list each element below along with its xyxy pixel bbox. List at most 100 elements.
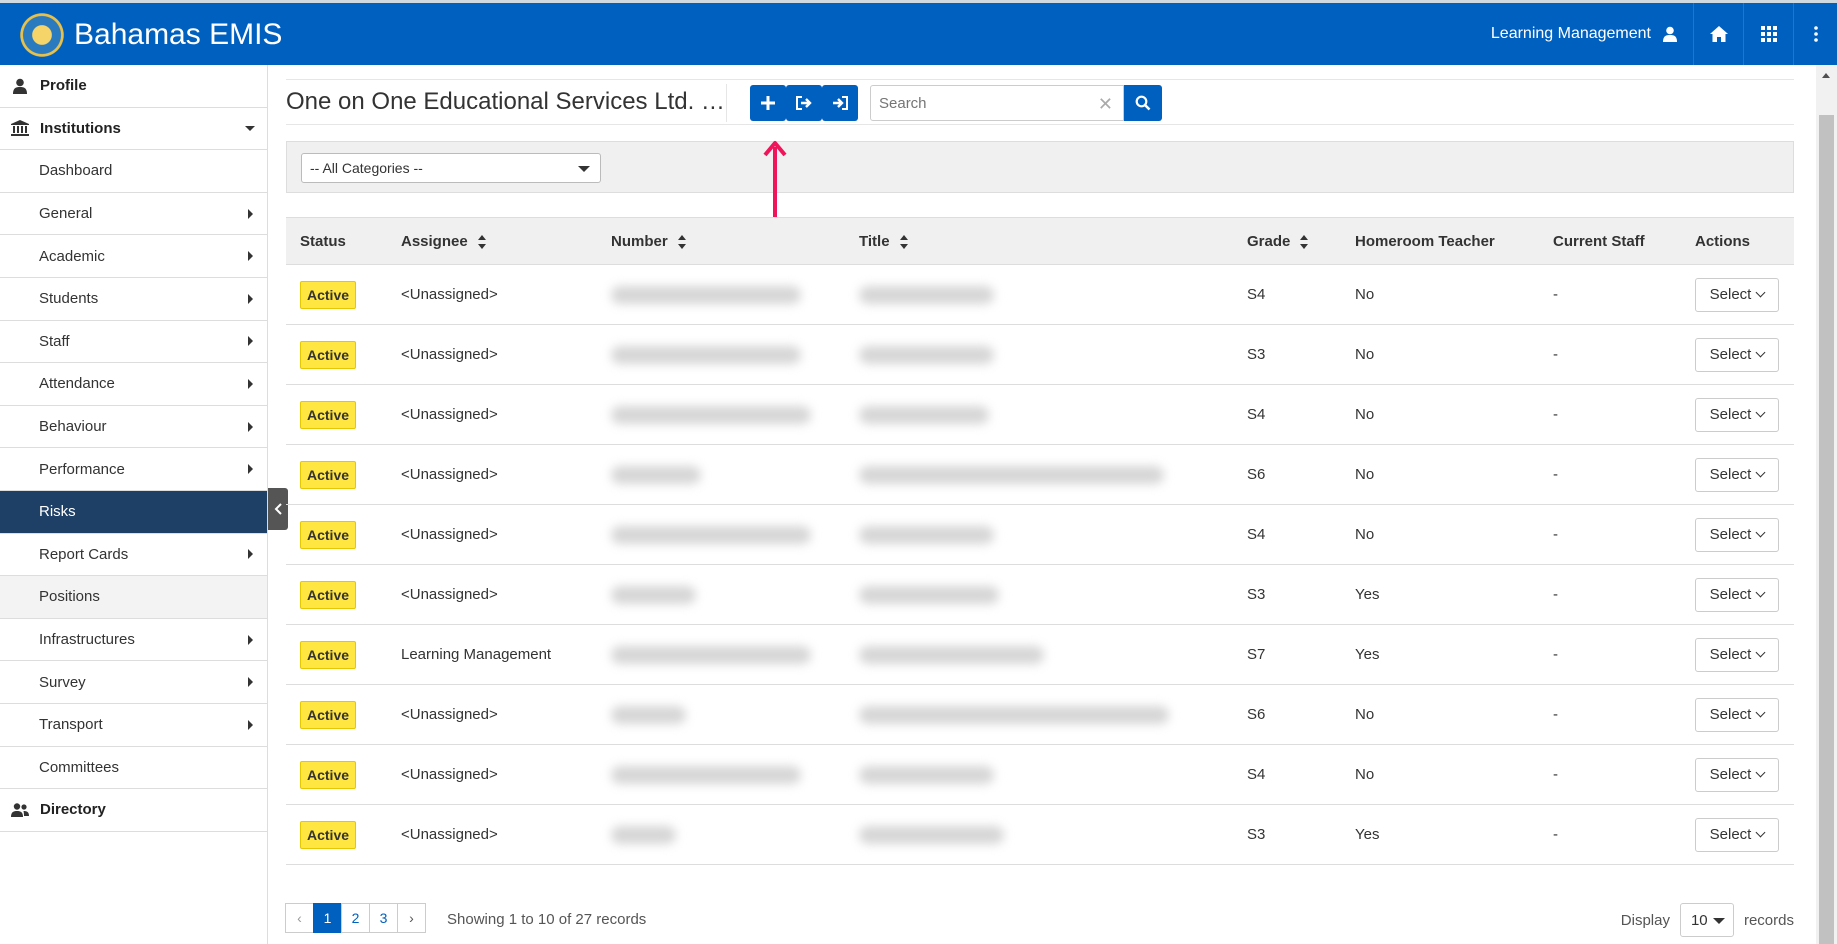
actions-cell: Select	[1681, 445, 1794, 505]
page-scrollbar[interactable]	[1816, 65, 1837, 944]
chevron-right-icon	[248, 293, 253, 304]
status-cell: Active	[286, 265, 387, 325]
sidebar-item-general[interactable]: General	[0, 193, 267, 236]
column-header-grade[interactable]: Grade	[1233, 217, 1341, 265]
sidebar-item-academic[interactable]: Academic	[0, 235, 267, 278]
kebab-icon	[1813, 26, 1818, 42]
chevron-down-icon	[1755, 647, 1766, 658]
display-label: Display	[1620, 911, 1670, 929]
brand-name: Bahamas EMIS	[74, 18, 283, 51]
search-field[interactable]: ✕	[870, 85, 1124, 121]
redacted-number	[611, 465, 701, 484]
redacted-title	[859, 345, 994, 364]
sidebar-item-label: Attendance	[39, 375, 115, 393]
sidebar-item-profile[interactable]: Profile	[0, 65, 267, 108]
current-staff-cell: -	[1553, 466, 1558, 483]
sidebar-item-survey[interactable]: Survey	[0, 661, 267, 704]
redacted-title	[859, 645, 1044, 664]
home-button[interactable]	[1693, 3, 1743, 65]
sidebar-item-label: Staff	[39, 332, 70, 350]
scroll-thumb[interactable]	[1819, 115, 1834, 944]
assignee-cell: <Unassigned>	[401, 706, 498, 723]
sidebar-item-performance[interactable]: Performance	[0, 448, 267, 491]
status-cell: Active	[286, 385, 387, 445]
row-select-button[interactable]: Select	[1695, 277, 1779, 312]
sidebar-item-report-cards[interactable]: Report Cards	[0, 534, 267, 577]
row-select-button[interactable]: Select	[1695, 637, 1779, 672]
column-header-title[interactable]: Title	[845, 217, 1233, 265]
sidebar-item-label: Committees	[39, 758, 120, 776]
row-select-button[interactable]: Select	[1695, 697, 1779, 732]
sidebar-item-risks[interactable]: Risks	[0, 490, 267, 534]
grade-cell: S3	[1247, 826, 1266, 843]
homeroom-cell: No	[1355, 466, 1375, 483]
search-input[interactable]	[871, 86, 1071, 120]
row-select-button[interactable]: Select	[1695, 817, 1779, 852]
category-select[interactable]: -- All Categories --	[301, 153, 601, 183]
search-button[interactable]	[1124, 85, 1162, 121]
status-cell: Active	[286, 685, 387, 745]
row-select-button[interactable]: Select	[1695, 397, 1779, 432]
category-select-value: -- All Categories --	[310, 160, 423, 176]
sidebar-item-positions[interactable]: Positions	[0, 576, 267, 619]
row-select-button[interactable]: Select	[1695, 337, 1779, 372]
chevron-down-icon	[1755, 827, 1766, 838]
clear-search-icon[interactable]: ✕	[1098, 94, 1113, 115]
assignee-cell: <Unassigned>	[401, 586, 498, 603]
column-header-assignee[interactable]: Assignee	[387, 217, 597, 265]
table-row: Active <Unassigned> S3 Yes - Select	[286, 565, 1794, 625]
redacted-title	[859, 525, 994, 544]
add-button[interactable]	[750, 85, 786, 121]
home-icon	[1709, 26, 1728, 42]
page-3-button[interactable]: 3	[369, 903, 398, 933]
sidebar-item-students[interactable]: Students	[0, 278, 267, 321]
row-select-button[interactable]: Select	[1695, 757, 1779, 792]
sidebar-item-staff[interactable]: Staff	[0, 321, 267, 364]
assignee-cell: <Unassigned>	[401, 406, 498, 423]
sidebar-item-attendance[interactable]: Attendance	[0, 363, 267, 406]
toolbar: One on One Educational Services Ltd. - R…	[286, 79, 1794, 125]
user-menu[interactable]: Learning Management	[1475, 3, 1693, 65]
actions-cell: Select	[1681, 385, 1794, 445]
page-2-button[interactable]: 2	[341, 903, 370, 933]
sidebar-item-transport[interactable]: Transport	[0, 704, 267, 747]
sidebar-item-institutions[interactable]: Institutions	[0, 108, 267, 151]
prev-page-button[interactable]: ‹	[285, 903, 314, 933]
sign-in-icon	[833, 96, 848, 110]
sidebar-item-infrastructures[interactable]: Infrastructures	[0, 619, 267, 662]
table-header-row: Status Assignee Number Title Grade Homer…	[286, 217, 1794, 265]
sidebar-item-committees[interactable]: Committees	[0, 747, 267, 790]
more-options-button[interactable]	[1793, 3, 1837, 65]
scroll-up-icon[interactable]	[1822, 73, 1830, 78]
sidebar-item-directory[interactable]: Directory	[0, 789, 267, 832]
next-page-button[interactable]: ›	[397, 903, 426, 933]
grid-icon	[1760, 26, 1777, 42]
sidebar-item-label: Directory	[40, 801, 106, 819]
column-header-status: Status	[286, 217, 387, 265]
row-select-button[interactable]: Select	[1695, 577, 1779, 612]
assignee-cell: <Unassigned>	[401, 526, 498, 543]
assignee-cell: Learning Management	[401, 646, 552, 663]
import-button[interactable]	[822, 85, 858, 121]
brand[interactable]: Bahamas EMIS	[18, 11, 282, 59]
sidebar-item-dashboard[interactable]: Dashboard	[0, 150, 267, 193]
page-1-button[interactable]: 1	[313, 903, 342, 933]
sidebar-item-label: Survey	[39, 673, 86, 691]
column-header-number[interactable]: Number	[597, 217, 845, 265]
status-badge: Active	[300, 820, 357, 849]
apps-button[interactable]	[1743, 3, 1793, 65]
row-select-button[interactable]: Select	[1695, 457, 1779, 492]
sidebar-item-behaviour[interactable]: Behaviour	[0, 406, 267, 449]
sidebar-item-label: Performance	[39, 460, 125, 478]
chevron-right-icon	[248, 421, 253, 432]
sidebar: Profile Institutions Dashboard General Acade…	[0, 65, 268, 944]
column-header-homeroom-teacher: Homeroom Teacher	[1341, 217, 1539, 265]
actions-cell: Select	[1681, 625, 1794, 685]
select-label: Select	[1709, 646, 1752, 663]
assignee-cell: <Unassigned>	[401, 346, 498, 363]
grade-cell: S4	[1247, 406, 1266, 423]
page-size-select[interactable]: 10	[1679, 903, 1734, 937]
row-select-button[interactable]: Select	[1695, 517, 1779, 552]
current-staff-cell: -	[1553, 526, 1558, 543]
export-button[interactable]	[786, 85, 822, 121]
